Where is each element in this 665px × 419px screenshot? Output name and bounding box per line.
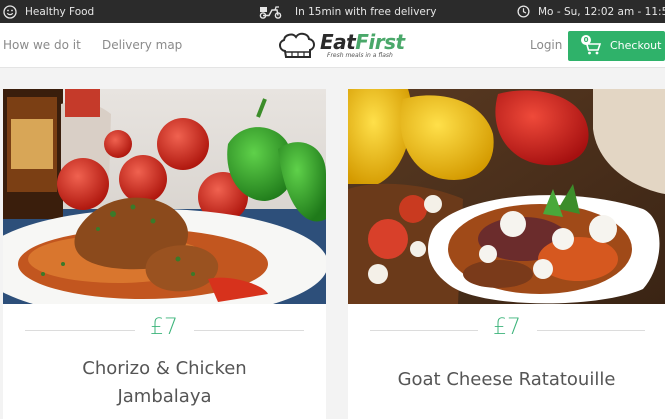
healthy-food-text: Healthy Food — [25, 5, 95, 18]
clock-icon — [517, 5, 530, 18]
checkout-label: Checkout — [610, 39, 662, 52]
product-card-ratatouille[interactable]: £7 Goat Cheese Ratatouille — [348, 89, 665, 419]
ratatouille-photo[interactable] — [348, 89, 665, 304]
product-card-jambalaya[interactable]: £7 Chorizo & Chicken Jambalaya — [3, 89, 326, 419]
price-divider-right — [537, 330, 645, 331]
logo-tagline: Fresh meals in a flash — [327, 52, 393, 59]
chef-hat-icon — [279, 32, 315, 58]
product-name-line-1[interactable]: Goat Cheese Ratatouille — [348, 366, 665, 394]
price-row: £7 — [3, 315, 326, 345]
price-divider-left — [370, 330, 478, 331]
hours-info: Mo - Su, 12:02 am - 11:59 pm — [517, 0, 665, 23]
nav-how-we-do-it-link[interactable]: How we do it — [3, 38, 81, 52]
scooter-icon — [258, 5, 284, 19]
product-name-line-2[interactable]: Jambalaya — [3, 383, 326, 411]
checkout-button[interactable]: 0 Checkout — [568, 31, 665, 61]
product-name-line-1[interactable]: Chorizo & Chicken — [3, 355, 326, 383]
hours-text: Mo - Su, 12:02 am - 11:59 pm — [538, 5, 665, 18]
product-price: £7 — [493, 315, 521, 340]
nav-delivery-map-link[interactable]: Delivery map — [102, 38, 182, 52]
healthy-food-info: Healthy Food — [3, 0, 94, 23]
logo-wordmark-eat: Eat — [320, 30, 356, 54]
delivery-text: In 15min with free delivery — [295, 5, 437, 18]
cart-count-badge: 0 — [581, 35, 591, 45]
smiley-icon — [3, 4, 17, 19]
logo-wordmark: EatFirst — [320, 30, 405, 54]
price-divider-left — [25, 330, 135, 331]
price-row: £7 — [348, 315, 665, 345]
product-price: £7 — [150, 315, 178, 340]
logo-wordmark-first: First — [355, 30, 405, 54]
main-navbar: How we do it Delivery map EatFirst Fresh… — [0, 23, 665, 68]
login-link[interactable]: Login — [530, 38, 562, 52]
delivery-info: In 15min with free delivery — [258, 0, 436, 23]
jambalaya-photo[interactable] — [3, 89, 326, 304]
top-info-bar: Healthy Food In 15min with free delivery… — [0, 0, 665, 23]
price-divider-right — [194, 330, 304, 331]
